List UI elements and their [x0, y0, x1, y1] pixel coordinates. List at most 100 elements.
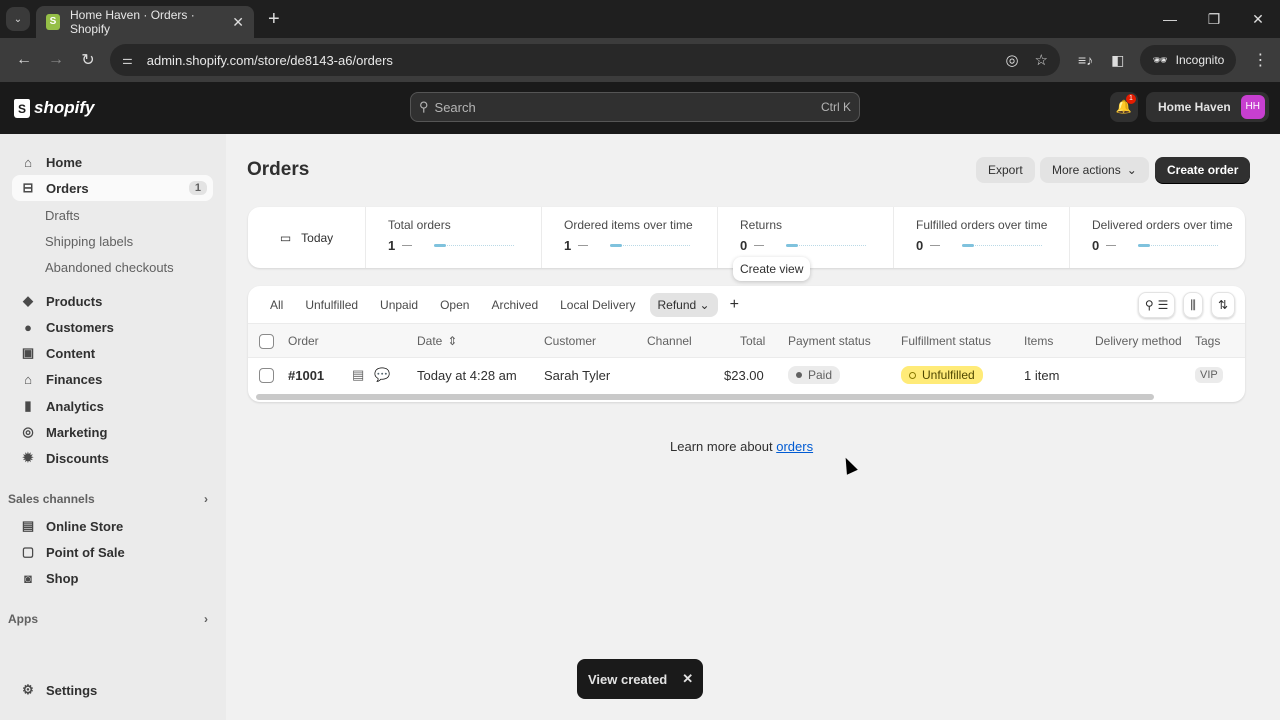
- columns-button[interactable]: ⫼: [1183, 292, 1203, 318]
- sidebar-item-settings[interactable]: ⚙ Settings: [12, 677, 213, 703]
- sidebar-item-online-store[interactable]: ▤ Online Store: [12, 513, 213, 539]
- metric-ordered-items[interactable]: Ordered items over time 1: [542, 207, 718, 268]
- sidebar-item-orders[interactable]: ⊟ Orders 1: [12, 175, 213, 201]
- shopify-logo[interactable]: S shopify: [14, 98, 94, 118]
- sidebar-item-label: Orders: [46, 180, 89, 196]
- site-info-icon[interactable]: ⚌: [122, 53, 133, 67]
- close-window-icon[interactable]: ✕: [1236, 11, 1280, 28]
- more-actions-label: More actions: [1052, 163, 1121, 177]
- sidebar-subitem-drafts[interactable]: Drafts: [45, 208, 80, 223]
- col-delivery-method: Delivery method: [1095, 334, 1182, 348]
- sidebar-subitem-abandoned-checkouts[interactable]: Abandoned checkouts: [45, 260, 174, 275]
- bank-icon: ⌂: [24, 371, 32, 387]
- sidebar-item-shop[interactable]: ◙ Shop: [12, 565, 213, 591]
- incognito-indicator[interactable]: 🕶 Incognito: [1140, 45, 1237, 75]
- sidebar-subitem-shipping-labels[interactable]: Shipping labels: [45, 234, 133, 249]
- apps-header[interactable]: Apps ›: [8, 612, 208, 626]
- minimize-icon[interactable]: —: [1148, 11, 1192, 27]
- metric-label: Delivered orders over time: [1092, 218, 1233, 232]
- fulfillment-status-text: Unfulfilled: [922, 368, 975, 382]
- tab-title: Home Haven · Orders · Shopify: [70, 8, 195, 36]
- sidebar-item-discounts[interactable]: ✹ Discounts: [12, 445, 213, 471]
- columns-icon: ⫼: [1190, 297, 1196, 312]
- reload-icon[interactable]: ↻: [72, 50, 104, 70]
- notifications-button[interactable]: 🔔 1: [1110, 92, 1138, 122]
- mouse-cursor-icon: [840, 455, 858, 475]
- metric-fulfilled-orders[interactable]: Fulfilled orders over time 0: [894, 207, 1070, 268]
- search-input[interactable]: ⚲ Search Ctrl K: [410, 92, 860, 122]
- browser-toolbar: ← → ↻ ⚌ admin.shopify.com/store/de8143-a…: [0, 38, 1280, 82]
- sidebar-item-customers[interactable]: ● Customers: [12, 314, 213, 340]
- url-text[interactable]: admin.shopify.com/store/de8143-a6/orders: [147, 53, 990, 68]
- tab-all[interactable]: All: [262, 293, 291, 317]
- orders-help-link[interactable]: orders: [776, 439, 813, 454]
- close-tab-icon[interactable]: ✕: [232, 14, 244, 31]
- side-panel-icon[interactable]: ◧: [1111, 52, 1124, 69]
- sidebar-item-label: Point of Sale: [46, 544, 125, 560]
- tab-search-button[interactable]: ⌄: [6, 7, 30, 31]
- address-bar[interactable]: ⚌ admin.shopify.com/store/de8143-a6/orde…: [110, 44, 1060, 76]
- sidebar-item-label: Online Store: [46, 518, 124, 534]
- metric-delivered-orders[interactable]: Delivered orders over time 0: [1070, 207, 1245, 268]
- search-filter-button[interactable]: ⚲ ☰: [1138, 292, 1176, 318]
- back-icon[interactable]: ←: [8, 51, 40, 69]
- tab-local-delivery[interactable]: Local Delivery: [552, 293, 643, 317]
- sidebar-item-label: Customers: [46, 319, 114, 335]
- browser-tab[interactable]: S Home Haven · Orders · Shopify ✕: [36, 6, 254, 38]
- sidebar-item-content[interactable]: ▣ Content: [12, 340, 213, 366]
- export-button[interactable]: Export: [976, 157, 1035, 183]
- store-menu-button[interactable]: Home Haven HH: [1146, 92, 1269, 122]
- sidebar-item-analytics[interactable]: ▮ Analytics: [12, 393, 213, 419]
- tab-refund[interactable]: Refund ⌄: [649, 292, 718, 317]
- search-icon: ⚲: [1144, 298, 1154, 312]
- restore-icon[interactable]: ❐: [1192, 11, 1236, 28]
- close-toast-icon[interactable]: ✕: [682, 671, 693, 687]
- horizontal-scrollbar[interactable]: [256, 394, 1154, 400]
- sort-button[interactable]: ⇅: [1211, 292, 1235, 318]
- col-tags: Tags: [1195, 334, 1221, 348]
- sidebar-item-home[interactable]: ⌂ Home: [12, 149, 213, 175]
- create-view-tooltip: Create view: [733, 257, 811, 281]
- learn-more-text: Learn more about orders: [670, 439, 813, 454]
- store-icon: ▤: [21, 518, 35, 533]
- sidebar-item-label: Home: [46, 154, 83, 170]
- metric-value: 0: [916, 238, 924, 253]
- add-view-button[interactable]: +: [730, 296, 739, 314]
- col-items: Items: [1024, 334, 1054, 348]
- date-range-picker[interactable]: ▭ Today: [248, 207, 366, 268]
- more-actions-button[interactable]: More actions ⌄: [1040, 157, 1149, 183]
- star-icon[interactable]: ☆: [1035, 51, 1048, 69]
- table-row[interactable]: #1001 ▤ 💬 Today at 4:28 am Sarah Tyler $…: [248, 358, 1245, 392]
- sidebar-item-products[interactable]: ◆ Products: [12, 288, 213, 314]
- sidebar-item-label: Content: [46, 345, 96, 361]
- col-date[interactable]: Date ⇕: [417, 324, 457, 358]
- discount-icon: ✹: [22, 450, 34, 465]
- browser-menu-icon[interactable]: ⋮: [1252, 50, 1268, 70]
- metric-label: Ordered items over time: [564, 218, 693, 232]
- paid-dot-icon: [796, 372, 802, 378]
- sales-channels-header[interactable]: Sales channels ›: [8, 492, 208, 506]
- media-icon[interactable]: ≡♪: [1078, 52, 1093, 68]
- learn-more-prefix: Learn more about: [670, 439, 777, 454]
- forward-icon[interactable]: →: [40, 51, 72, 69]
- metric-total-orders[interactable]: Total orders 1: [366, 207, 542, 268]
- tab-unpaid[interactable]: Unpaid: [372, 293, 426, 317]
- sidebar-item-point-of-sale[interactable]: ▢ Point of Sale: [12, 539, 213, 565]
- tab-open[interactable]: Open: [432, 293, 477, 317]
- sparkline: [1138, 244, 1218, 247]
- eye-off-icon[interactable]: ◎: [1005, 51, 1018, 69]
- sidebar-item-finances[interactable]: ⌂ Finances: [12, 366, 213, 392]
- row-checkbox[interactable]: [259, 367, 274, 383]
- payment-status-badge: Paid: [788, 366, 841, 384]
- tab-unfulfilled[interactable]: Unfulfilled: [297, 293, 366, 317]
- tag-icon: ◆: [23, 293, 33, 308]
- create-order-button[interactable]: Create order: [1155, 157, 1251, 183]
- col-payment-status: Payment status: [788, 334, 871, 348]
- new-tab-button[interactable]: +: [268, 8, 280, 31]
- notification-badge: 1: [1126, 94, 1136, 104]
- col-order: Order: [288, 334, 319, 348]
- select-all-checkbox[interactable]: [259, 333, 274, 349]
- tab-archived[interactable]: Archived: [483, 293, 546, 317]
- order-number[interactable]: #1001: [288, 358, 324, 392]
- sidebar-item-marketing[interactable]: ◎ Marketing: [12, 419, 213, 445]
